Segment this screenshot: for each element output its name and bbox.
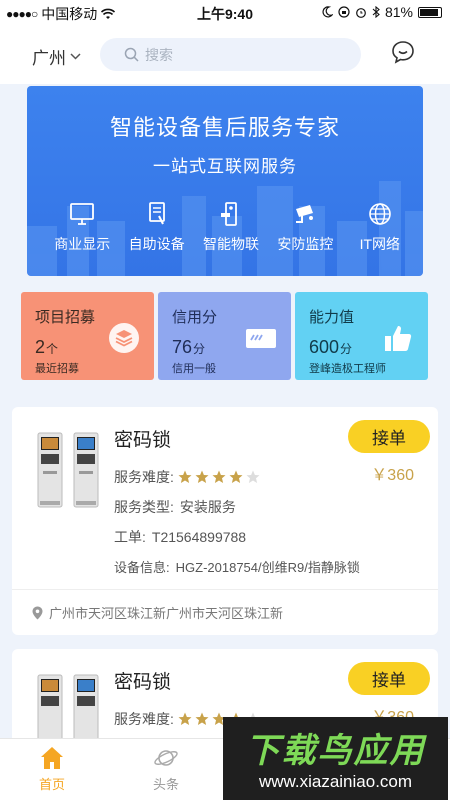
stat-description: 登峰造极工程师 [309, 363, 386, 375]
device-label: 设备信息: [114, 560, 170, 575]
banner-subtitle: 一站式互联网服务 [153, 157, 297, 176]
camera-icon [296, 205, 314, 223]
category-list: 商业显示 自助设备 智能物联 安防监控 IT网络 [27, 202, 423, 254]
category-commercial-display[interactable]: 商业显示 [45, 202, 119, 254]
price: ￥360 [371, 467, 414, 484]
stat-cards: 项目招募 2 个 最近招募 信用分 76 分 信用一般 能力值 600 分 登峰… [21, 292, 428, 380]
stat-unit: 分 [193, 342, 206, 356]
star-filled-icon [195, 470, 209, 483]
watermark-title: 下载鸟应用 [245, 732, 426, 770]
moon-icon [322, 6, 333, 18]
divider [12, 589, 438, 590]
search-icon [124, 47, 139, 62]
star-filled-icon [229, 470, 243, 483]
location-pin-icon [32, 606, 43, 619]
planet-icon [154, 750, 178, 766]
star-filled-icon [178, 712, 192, 725]
stat-card-ability[interactable]: 能力值 600 分 登峰造极工程师 [295, 292, 428, 380]
tab-home[interactable]: 首页 [17, 745, 87, 793]
category-it-network[interactable]: IT网络 [343, 202, 417, 254]
alarm-icon [356, 8, 366, 18]
address: 广州市天河区珠江新广州市天河区珠江新 [32, 603, 283, 622]
search-placeholder: 搜索 [145, 46, 173, 63]
ticket-label: 工单: [114, 529, 146, 545]
home-icon [41, 747, 63, 769]
message-icon[interactable] [391, 40, 415, 64]
battery-icon [418, 6, 442, 18]
device-value: HGZ-2018754/创维R9/指静脉锁 [175, 560, 360, 575]
rotation-lock-icon [338, 6, 350, 18]
ticket-row: 工单: T21564899788 [114, 527, 246, 547]
product-image [37, 432, 99, 508]
category-label: IT网络 [359, 236, 401, 252]
promo-banner[interactable]: 智能设备售后服务专家 一站式互联网服务 商业显示 自助设备 智能物联 安防监控 … [27, 86, 423, 276]
stat-number: 76 [172, 337, 193, 357]
stat-number: 2 [35, 337, 46, 357]
order-list: 密码锁 服务难度: 服务类型: 安装服务 工单: T21564899788 设备… [0, 394, 450, 738]
layers-icon [109, 323, 139, 353]
tab-label: 首页 [38, 777, 65, 792]
product-image [37, 674, 99, 738]
difficulty-label: 服务难度: [114, 469, 174, 485]
smart-lock-icon [221, 202, 237, 226]
difficulty-rating [178, 470, 260, 484]
star-filled-icon [195, 712, 209, 725]
address-text: 广州市天河区珠江新广州市天河区珠江新 [49, 606, 284, 621]
card-icon [246, 329, 276, 348]
service-type-label: 服务类型: [114, 499, 174, 515]
category-label: 智能物联 [203, 236, 260, 252]
watermark-logo: 下载鸟应用 www.xiazainiao.com [223, 717, 448, 800]
stat-card-recruitment[interactable]: 项目招募 2 个 最近招募 [21, 292, 154, 380]
stat-unit: 个 [46, 342, 59, 356]
tab-label: 头条 [152, 777, 179, 792]
kiosk-icon [148, 202, 165, 225]
stat-card-credit[interactable]: 信用分 76 分 信用一般 [158, 292, 291, 380]
header: 广州 搜索 [0, 26, 450, 84]
ticket-value: T21564899788 [151, 529, 247, 545]
city-label: 广州 [32, 49, 66, 68]
take-order-button[interactable]: 接单 [348, 420, 430, 453]
city-selector[interactable]: 广州 [32, 44, 81, 69]
status-bar: ●●●●○ 中国移动 上午9:40 81% [0, 0, 450, 26]
banner-title: 智能设备售后服务专家 [109, 115, 340, 140]
search-input[interactable]: 搜索 [100, 38, 361, 71]
category-self-service[interactable]: 自助设备 [119, 202, 193, 254]
thumbs-up-icon [385, 326, 412, 351]
status-right: 81% [322, 4, 442, 20]
product-name: 密码锁 [114, 672, 172, 693]
stat-description: 最近招募 [35, 363, 79, 375]
category-label: 自助设备 [128, 236, 185, 252]
service-type-row: 服务类型: 安装服务 [114, 497, 236, 517]
stat-unit: 分 [340, 342, 353, 356]
battery-percent: 81% [384, 4, 413, 20]
bluetooth-icon [372, 6, 380, 18]
difficulty-row: 服务难度: [114, 467, 260, 487]
star-filled-icon [178, 470, 192, 483]
monitor-icon [70, 203, 95, 225]
star-empty-icon [246, 470, 260, 483]
globe-icon [369, 203, 391, 225]
watermark-url: www.xiazainiao.com [258, 772, 413, 791]
category-label: 安防监控 [277, 236, 334, 252]
device-row: 设备信息: HGZ-2018754/创维R9/指静脉锁 [114, 557, 360, 576]
tab-headlines[interactable]: 头条 [131, 745, 201, 793]
order-card[interactable]: 密码锁 服务难度: 服务类型: 安装服务 工单: T21564899788 设备… [12, 407, 438, 635]
stat-number: 600 [309, 337, 340, 357]
difficulty-label: 服务难度: [114, 711, 174, 727]
take-order-button[interactable]: 接单 [348, 662, 430, 695]
category-label: 商业显示 [54, 236, 111, 252]
category-security[interactable]: 安防监控 [268, 202, 342, 254]
category-smart-iot[interactable]: 智能物联 [194, 202, 268, 254]
product-name: 密码锁 [114, 430, 172, 451]
star-filled-icon [212, 470, 226, 483]
chevron-down-icon [70, 53, 81, 60]
stat-description: 信用一般 [172, 363, 216, 375]
service-type-value: 安装服务 [179, 499, 236, 515]
